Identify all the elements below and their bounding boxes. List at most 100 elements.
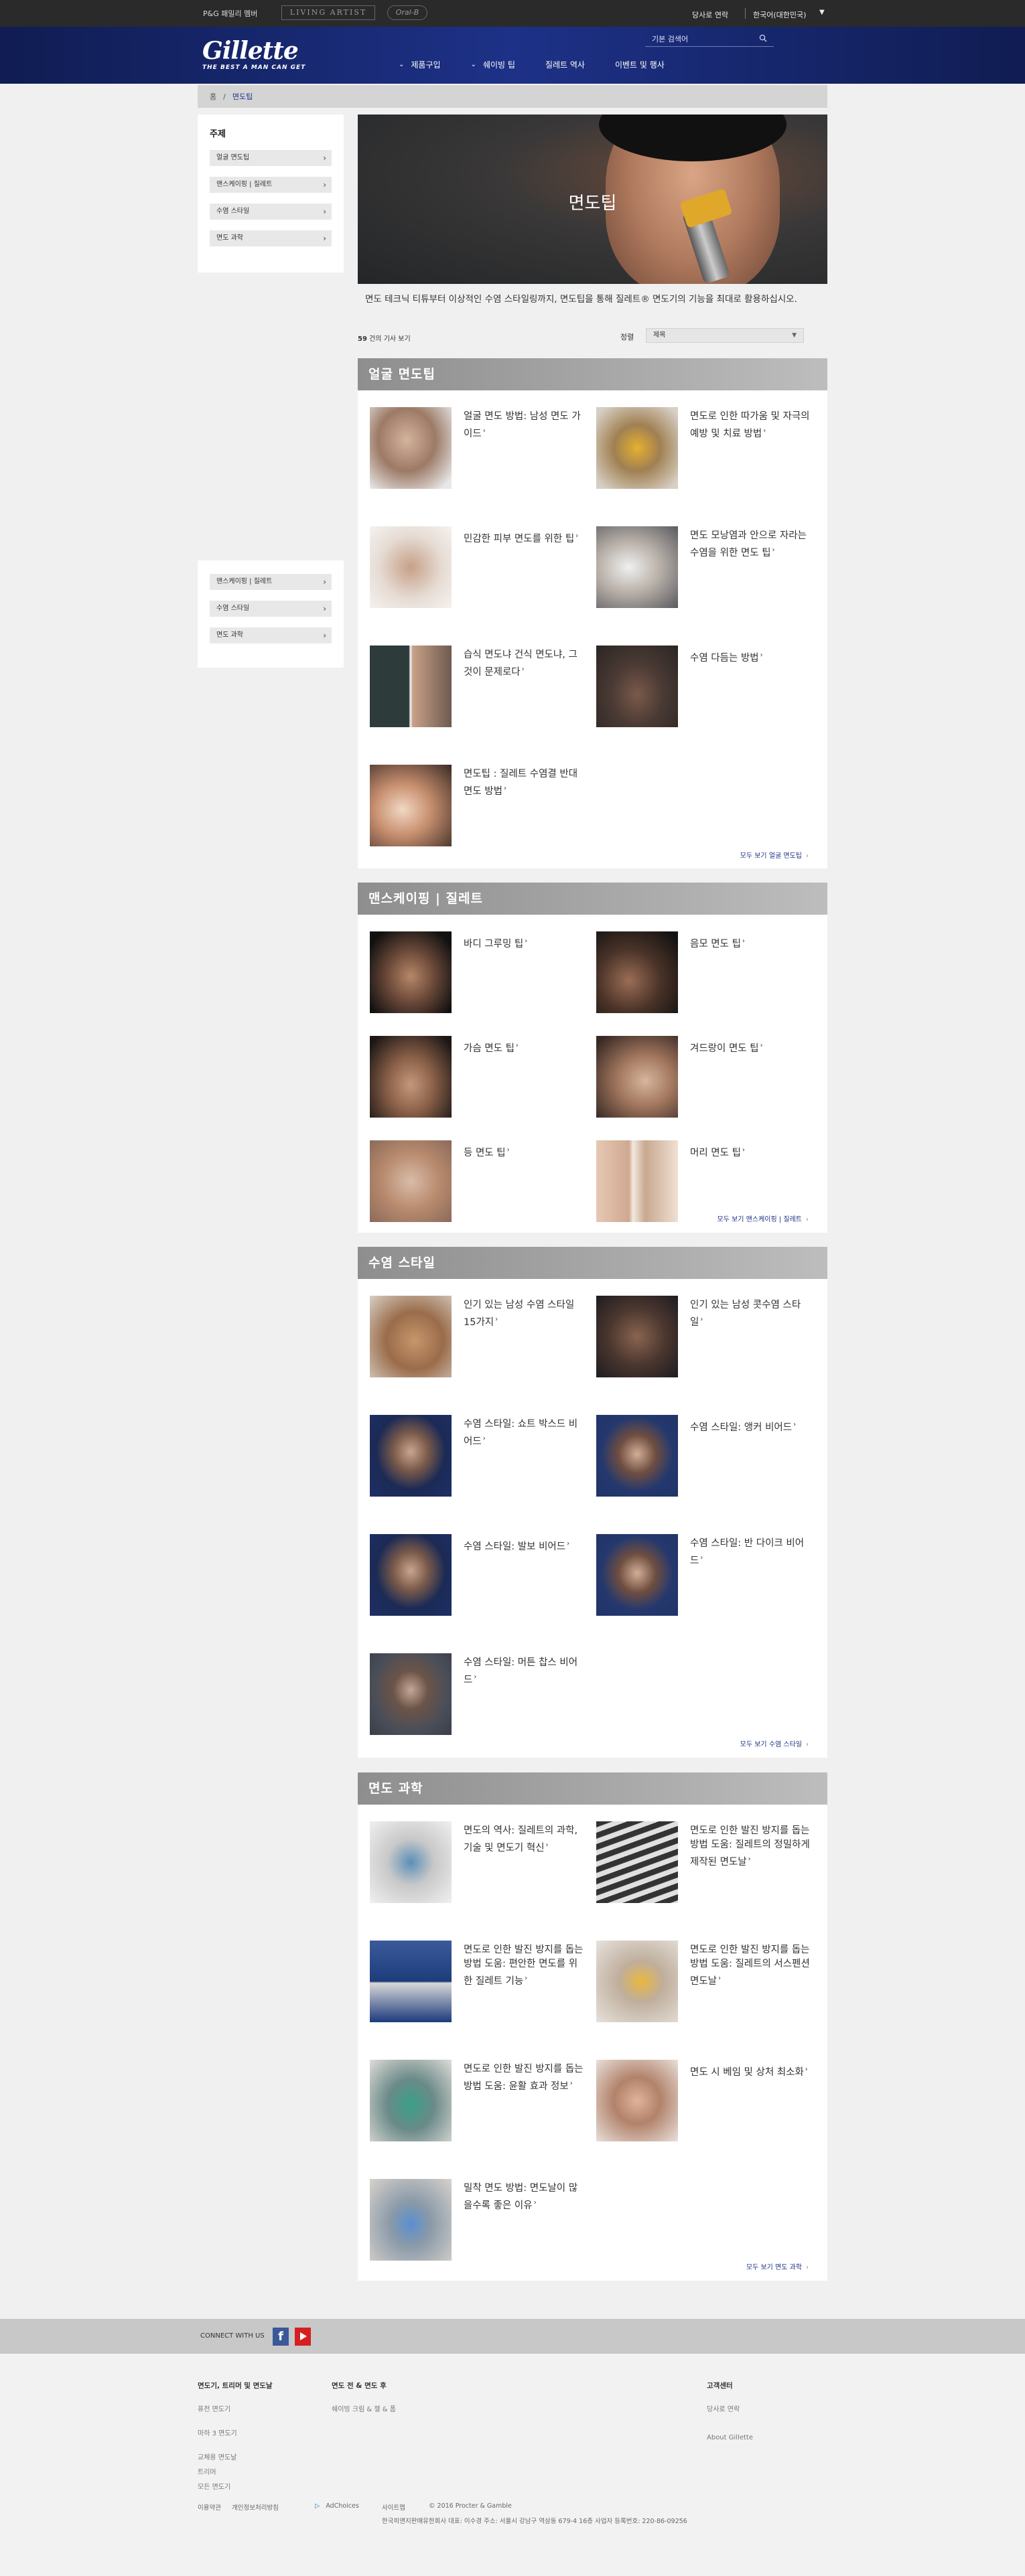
gillette-logo[interactable]: Gillette THE BEST A MAN CAN GET (202, 39, 305, 71)
contact-link[interactable]: 당사로 연락 (692, 9, 728, 20)
article-card[interactable]: 수염 스타일: 앵커 비어드 › (596, 1415, 817, 1509)
breadcrumb-home[interactable]: 홈 (210, 91, 216, 102)
view-all-link[interactable]: 모두 보기 수염 스타일 › (740, 1738, 809, 1748)
nav-item-events[interactable]: 이벤트 및 행사 (615, 59, 665, 70)
article-card[interactable]: 면도의 역사: 질레트의 과학, 기술 및 면도기 혁신 › (370, 1821, 591, 1915)
chevron-right-icon: › (533, 2199, 537, 2206)
play-icon (300, 2332, 307, 2340)
article-thumbnail[interactable] (370, 2179, 452, 2261)
article-card[interactable]: 면도로 인한 따가움 및 자극의 예방 및 치료 방법 › (596, 407, 817, 501)
privacy-link[interactable]: 개인정보처리방침 (232, 2504, 279, 2512)
living-artist-logo[interactable]: LIVING ARTIST (281, 5, 375, 20)
facebook-icon[interactable]: f (273, 2328, 289, 2346)
article-card[interactable]: 수염 스타일: 발보 비어드 › (370, 1534, 591, 1628)
article-card[interactable]: 면도 모낭염과 안으로 자라는 수염을 위한 면도 팁 › (596, 526, 817, 620)
nav-item-history[interactable]: 질레트 역사 (545, 59, 585, 70)
footer-link[interactable]: 모든 면도기 (198, 2483, 273, 2492)
article-thumbnail[interactable] (370, 2060, 452, 2141)
article-thumbnail[interactable] (596, 2060, 678, 2141)
breadcrumb-current[interactable]: 면도팁 (232, 91, 253, 102)
chevron-right-icon: › (718, 1975, 722, 1982)
search-input[interactable] (652, 33, 752, 45)
view-all-link[interactable]: 모두 보기 맨스케이핑 | 질레트 › (718, 1213, 809, 1223)
article-card[interactable]: 면도 시 베임 및 상처 최소화 › (596, 2060, 817, 2153)
footer-link[interactable]: 트리머 (198, 2468, 273, 2478)
article-thumbnail[interactable] (596, 1140, 678, 1222)
article-card[interactable]: 바디 그루밍 팁 › (370, 931, 591, 1025)
article-card[interactable]: 면도로 인한 발진 방지를 돕는 방법 도움: 질레트의 정밀하게 제작된 면도… (596, 1821, 817, 1915)
region-selector[interactable]: 한국어(대한민국) (753, 9, 806, 20)
nav-item-shop[interactable]: ⌄ 제품구입 (399, 59, 441, 70)
article-card[interactable]: 밀착 면도 방법: 면도날이 많을수록 좋은 이유 › (370, 2179, 591, 2273)
article-card[interactable]: 수염 스타일: 반 다이크 비어드 › (596, 1534, 817, 1628)
article-card[interactable]: 등 면도 팁 › (370, 1140, 591, 1234)
article-thumbnail[interactable] (370, 1296, 452, 1377)
article-thumbnail[interactable] (370, 1534, 452, 1616)
article-card[interactable]: 면도팁 : 질레트 수염결 반대 면도 방법 › (370, 765, 591, 858)
article-thumbnail[interactable] (596, 646, 678, 727)
article-thumbnail[interactable] (596, 1821, 678, 1903)
article-thumbnail[interactable] (370, 646, 452, 727)
article-card[interactable]: 인기 있는 남성 수염 스타일 15가지 › (370, 1296, 591, 1389)
article-card[interactable]: 겨드랑이 면도 팁 › (596, 1036, 817, 1130)
article-thumbnail[interactable] (596, 1036, 678, 1118)
article-card[interactable]: 민감한 피부 면도를 위한 팁 › (370, 526, 591, 620)
article-thumbnail[interactable] (596, 526, 678, 608)
article-card[interactable]: 음모 면도 팁 › (596, 931, 817, 1025)
article-card[interactable]: 얼굴 면도 방법: 남성 면도 가이드 › (370, 407, 591, 501)
sidebar-item-manscaping[interactable]: 맨스케이핑 | 질레트 › (210, 177, 332, 193)
oral-b-logo[interactable]: Oral-B (387, 5, 427, 20)
article-thumbnail[interactable] (370, 1140, 452, 1222)
footer-link[interactable]: 마하 3 면도기 (198, 2429, 273, 2439)
article-thumbnail[interactable] (596, 1534, 678, 1616)
sidebar-item-manscaping[interactable]: 맨스케이핑 | 질레트 › (210, 574, 332, 590)
article-thumbnail[interactable] (370, 1821, 452, 1903)
article-thumbnail[interactable] (370, 526, 452, 608)
sidebar-item-face-shaving[interactable]: 얼굴 면도팁 › (210, 150, 332, 166)
footer-link[interactable]: 교체용 면도날 (198, 2453, 273, 2463)
caret-down-icon[interactable]: ▼ (819, 9, 825, 16)
terms-link[interactable]: 이용약관 (198, 2504, 221, 2512)
article-card[interactable]: 수염 스타일: 머튼 찹스 비어드 › (370, 1653, 591, 1747)
sidebar-item-shaving-science[interactable]: 면도 과학 › (210, 230, 332, 246)
footer-heading: 고객센터 (707, 2382, 733, 2390)
article-card[interactable]: 면도로 인한 발진 방지를 돕는 방법 도움: 윤활 효과 정보 › (370, 2060, 591, 2153)
chevron-right-icon: › (742, 937, 745, 945)
view-all-link[interactable]: 모두 보기 얼굴 면도팁 › (740, 850, 809, 860)
article-card[interactable]: 면도로 인한 발진 방지를 돕는 방법 도움: 편안한 면도를 위한 질레트 기… (370, 1941, 591, 2034)
search-icon[interactable] (759, 34, 767, 42)
article-thumbnail[interactable] (370, 1415, 452, 1497)
article-thumbnail[interactable] (596, 407, 678, 489)
article-thumbnail[interactable] (596, 1941, 678, 2022)
article-thumbnail[interactable] (370, 1036, 452, 1118)
connect-label: CONNECT WITH US (200, 2332, 265, 2340)
sitemap-link[interactable]: 사이트맵 (382, 2504, 405, 2512)
sidebar-item-beard-styles[interactable]: 수염 스타일 › (210, 204, 332, 220)
nav-item-shaving-tips[interactable]: ⌄ 쉐이빙 팁 (471, 59, 515, 70)
footer-link[interactable]: 당사로 연락 (707, 2405, 753, 2415)
sort-select[interactable]: 제목 ▼ (646, 328, 804, 343)
footer-link[interactable]: 쉐이빙 크림 & 젤 & 폼 (332, 2405, 396, 2415)
adchoices-link[interactable]: AdChoices (326, 2502, 359, 2510)
article-card[interactable]: 수염 다듬는 방법 › (596, 646, 817, 739)
article-thumbnail[interactable] (596, 931, 678, 1013)
article-thumbnail[interactable] (370, 931, 452, 1013)
footer-link[interactable]: 퓨전 면도기 (198, 2405, 273, 2415)
youtube-icon[interactable] (295, 2328, 311, 2346)
article-thumbnail[interactable] (370, 407, 452, 489)
article-card[interactable]: 면도로 인한 발진 방지를 돕는 방법 도움: 질레트의 서스펜션 면도날 › (596, 1941, 817, 2034)
view-all-link[interactable]: 모두 보기 면도 과학 › (746, 2261, 809, 2271)
article-thumbnail[interactable] (370, 1941, 452, 2022)
article-card[interactable]: 가슴 면도 팁 › (370, 1036, 591, 1130)
article-thumbnail[interactable] (370, 765, 452, 846)
sidebar-item-shaving-science[interactable]: 면도 과학 › (210, 627, 332, 643)
article-thumbnail[interactable] (596, 1415, 678, 1497)
article-card[interactable]: 인기 있는 남성 콧수염 스타일 › (596, 1296, 817, 1389)
adchoices-icon[interactable]: ▷ (315, 2502, 320, 2510)
article-thumbnail[interactable] (370, 1653, 452, 1735)
article-card[interactable]: 습식 면도냐 건식 면도냐, 그것이 문제로다 › (370, 646, 591, 739)
article-thumbnail[interactable] (596, 1296, 678, 1377)
sidebar-item-beard-styles[interactable]: 수염 스타일 › (210, 601, 332, 617)
footer-link[interactable]: About Gillette (707, 2433, 753, 2443)
article-card[interactable]: 수염 스타일: 쇼트 박스드 비어드 › (370, 1415, 591, 1509)
